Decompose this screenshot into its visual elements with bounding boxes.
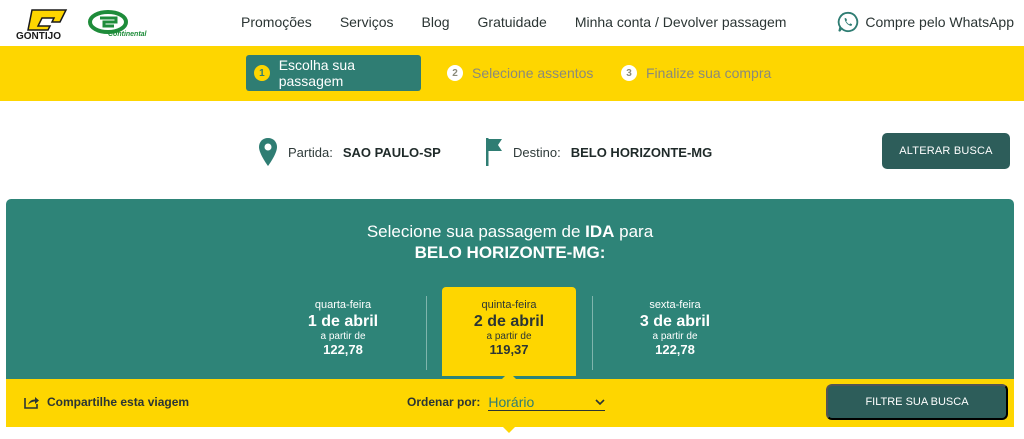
date-divider [426,296,427,370]
nav-minha-conta[interactable]: Minha conta / Devolver passagem [575,14,787,30]
selected-date-pointer [502,372,516,379]
route-summary: Partida: SAO PAULO-SP Destino: BELO HORI… [0,101,1024,199]
whatsapp-label: Compre pelo WhatsApp [865,14,1014,30]
step-finalize[interactable]: 3 Finalize sua compra [621,55,771,91]
origin-label: Partida: [288,144,333,160]
step-label: Escolha sua passagem [278,57,355,89]
trip-selection-panel: Selecione sua passagem de IDA para BELO … [6,199,1014,379]
filter-search-button[interactable]: FILTRE SUA BUSCA [826,384,1008,420]
site-header: GONTIJO Continental Promoções Serviços B… [0,0,1024,46]
sort-value: Horário [488,393,535,410]
date-option-3[interactable]: sexta-feira 3 de abril a partir de 122,7… [608,287,742,377]
destination-label: Destino: [513,144,561,160]
date-divider [592,296,593,370]
title-direction: IDA [585,222,615,241]
step-number: 2 [447,65,463,81]
origin-value: SAO PAULO-SP [342,144,441,160]
step-number: 1 [254,65,270,81]
flag-icon [486,138,502,166]
title-suffix: para [614,222,654,241]
sort-label: Ordenar por: [407,395,481,409]
nav-gratuidade[interactable]: Gratuidade [478,14,547,30]
map-pin-icon [259,138,277,166]
nav-promocoes[interactable]: Promoções [241,14,312,30]
title-destination: BELO HORIZONTE-MG: [414,243,606,262]
share-icon [24,397,39,409]
date-option-2-selected[interactable]: quinta-feira 2 de abril a partir de 119,… [442,287,576,376]
step-choose-ticket[interactable]: 1 Escolha sua passagem [246,55,421,91]
date-price: 122,78 [323,342,363,357]
sort-select[interactable]: Horário [488,393,606,411]
results-toolbar: Compartilhe esta viagem Ordenar por: Hor… [6,372,1014,427]
date-day: 3 de abril [639,313,711,330]
date-from-label: a partir de [652,331,698,342]
destination-value: BELO HORIZONTE-MG [570,144,713,160]
date-day: 1 de abril [307,313,379,330]
step-select-seats[interactable]: 2 Selecione assentos [447,55,593,91]
date-from-label: a partir de [320,331,366,342]
gontijo-logo[interactable]: GONTIJO [14,8,78,40]
destination: Destino: BELO HORIZONTE-MG [485,137,712,167]
share-label: Compartilhe esta viagem [47,395,190,409]
nav-blog[interactable]: Blog [422,14,450,30]
main-nav: Promoções Serviços Blog Gratuidade Minha… [241,14,814,30]
date-price: 119,37 [489,342,529,357]
toolbar-pointer [503,427,515,433]
alter-search-button[interactable]: ALTERAR BUSCA [882,133,1010,169]
continental-logo[interactable]: Continental [86,10,160,38]
date-price: 122,78 [655,342,695,357]
date-weekday: quinta-feira [481,299,537,311]
origin: Partida: SAO PAULO-SP [258,137,441,167]
whatsapp-icon [838,11,859,33]
chevron-down-icon [595,398,605,405]
title-prefix: Selecione sua passagem de [366,222,586,241]
date-option-1[interactable]: quarta-feira 1 de abril a partir de 122,… [276,287,410,377]
page: GONTIJO Continental Promoções Serviços B… [0,0,1024,439]
checkout-steps: 1 Escolha sua passagem 2 Selecione assen… [0,46,1024,101]
svg-text:Continental: Continental [108,31,148,38]
whatsapp-link[interactable]: Compre pelo WhatsApp [837,11,1014,33]
date-day: 2 de abril [473,313,545,330]
panel-title: Selecione sua passagem de IDA para BELO … [6,221,1014,263]
date-weekday: quarta-feira [314,299,372,311]
step-label: Selecione assentos [472,65,594,81]
nav-servicos[interactable]: Serviços [340,14,394,30]
step-number: 3 [621,65,637,81]
date-weekday: sexta-feira [649,299,701,311]
share-trip-link[interactable]: Compartilhe esta viagem [24,395,189,409]
sort-control: Ordenar por: Horário [407,393,606,411]
step-label: Finalize sua compra [646,65,772,81]
date-from-label: a partir de [486,331,532,342]
svg-text:GONTIJO: GONTIJO [16,31,61,40]
